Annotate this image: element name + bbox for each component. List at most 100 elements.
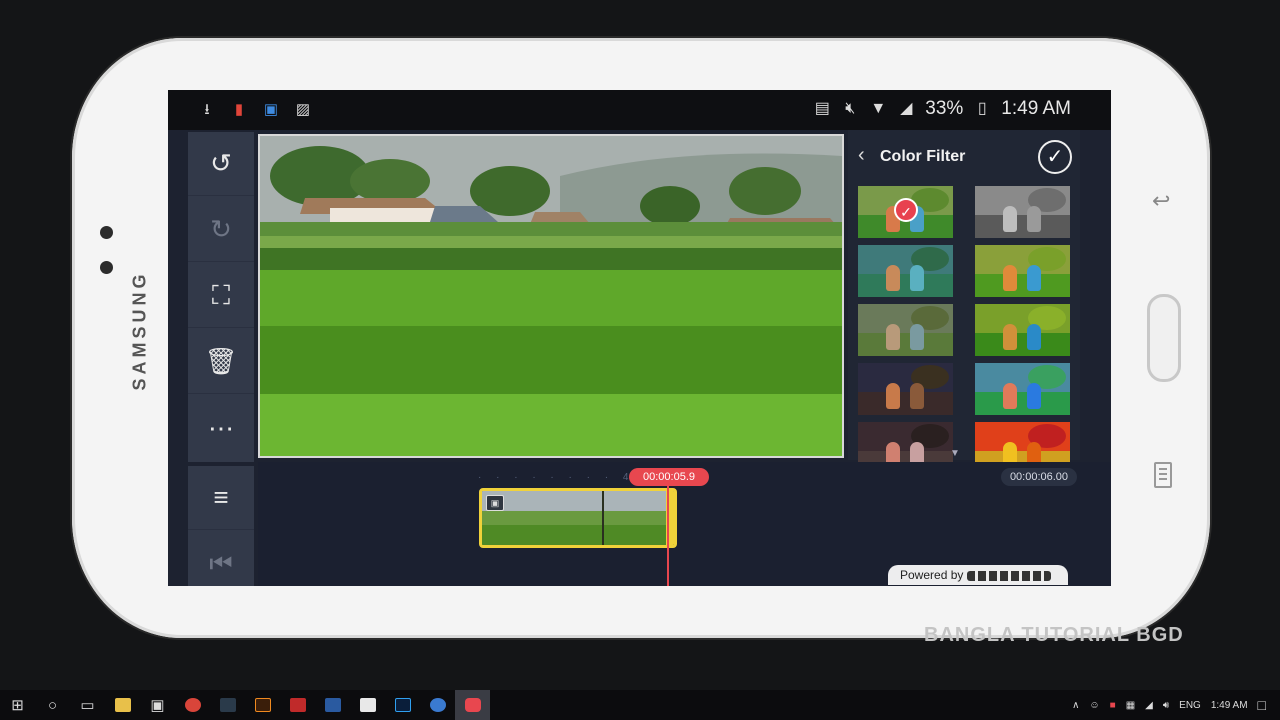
tray-language[interactable]: ENG bbox=[1179, 700, 1201, 711]
kinemaster-taskbar-icon[interactable] bbox=[455, 690, 490, 720]
filter-thumb-figure bbox=[910, 265, 924, 291]
video-clip[interactable]: ▣ bbox=[479, 488, 677, 548]
hardware-home-button[interactable] bbox=[1147, 294, 1181, 382]
powered-by-watermark: Powered by bbox=[888, 565, 1068, 585]
notification-icon[interactable]: □ bbox=[1258, 697, 1266, 713]
filter-thumb-figure bbox=[910, 324, 924, 350]
filter-thumb-ground bbox=[858, 273, 953, 297]
store-icon[interactable]: ▣ bbox=[140, 690, 175, 720]
windows-taskbar: ⊞ ○ ▭ ▣ ∧ ☺ ■ ▦ ◢ 🔊︎ ENG 1:49 AM □ bbox=[0, 690, 1280, 720]
cast-icon: ▤ bbox=[814, 100, 830, 117]
scroll-down-icon[interactable]: ▼ bbox=[950, 448, 960, 459]
word-shape bbox=[324, 698, 341, 712]
chrome-icon[interactable] bbox=[175, 690, 210, 720]
app-red-shape bbox=[289, 698, 306, 712]
app-dark-shape bbox=[219, 698, 236, 712]
status-time: 1:49 AM bbox=[1001, 98, 1071, 119]
filter-thumb-figure bbox=[886, 383, 900, 409]
kinemaster-logo bbox=[967, 570, 1052, 581]
filter-thumb-figure bbox=[1003, 383, 1017, 409]
timeline[interactable]: · · · · · · · · 4 · · · · ▣ 00:00:05.9 0… bbox=[258, 462, 1111, 586]
illustrator-icon[interactable] bbox=[245, 690, 280, 720]
split-layer-button[interactable]: ≡ bbox=[188, 466, 254, 530]
filter-thumb-figure bbox=[1027, 206, 1041, 232]
filter-thumb[interactable] bbox=[858, 304, 953, 356]
task-view-icon[interactable]: ▭ bbox=[70, 690, 105, 720]
filter-thumb-figure bbox=[1003, 265, 1017, 291]
browser-blue-icon[interactable] bbox=[420, 690, 455, 720]
fit-screen-button[interactable]: ⛶ bbox=[188, 264, 254, 328]
filter-thumb[interactable] bbox=[858, 363, 953, 415]
tray-volume-icon[interactable]: 🔊︎ bbox=[1163, 700, 1169, 711]
chat-app-icon[interactable] bbox=[350, 690, 385, 720]
tray-red-app-icon[interactable]: ■ bbox=[1110, 700, 1116, 711]
battery-icon: ▯ bbox=[977, 100, 987, 117]
preview-image bbox=[260, 136, 842, 456]
skip-start-button[interactable]: ⏮︎ bbox=[188, 532, 254, 586]
tray-person-icon[interactable]: ☺ bbox=[1089, 700, 1099, 711]
delete-button[interactable]: 🗑︎ bbox=[188, 330, 254, 394]
filter-panel-header: ‹ Color Filter ✓ bbox=[848, 130, 1080, 182]
chrome-shape bbox=[184, 698, 201, 712]
undo-button[interactable]: ↺ bbox=[188, 132, 254, 196]
timeline-toolbar: ≡ ⏮︎ bbox=[188, 466, 254, 586]
filter-thumb-ground bbox=[975, 273, 1070, 297]
photoshop-shape bbox=[394, 698, 411, 712]
hardware-recent-apps-icon[interactable] bbox=[1154, 462, 1172, 488]
channel-watermark: BANGLA TUTORIAL BGD bbox=[924, 624, 1184, 646]
total-time-badge: 00:00:06.00 bbox=[1001, 468, 1077, 486]
redo-icon: ↻ bbox=[210, 214, 232, 244]
powered-by-text: Powered by bbox=[900, 568, 964, 582]
video-preview[interactable] bbox=[258, 134, 844, 458]
app-red-icon[interactable] bbox=[280, 690, 315, 720]
tray-wifi-icon[interactable]: ◢ bbox=[1145, 700, 1153, 711]
back-chevron-icon[interactable]: ‹ bbox=[858, 144, 865, 167]
hardware-back-icon[interactable]: ↩ bbox=[1152, 188, 1176, 216]
filter-thumb-ground bbox=[975, 214, 1070, 238]
filter-thumb[interactable] bbox=[975, 245, 1070, 297]
more-button[interactable]: ⋯ bbox=[188, 396, 254, 460]
wifi-icon: ▼ bbox=[870, 100, 887, 117]
filter-thumb-figure bbox=[886, 265, 900, 291]
filter-thumb[interactable]: ✓ bbox=[858, 186, 953, 238]
word-icon[interactable] bbox=[315, 690, 350, 720]
edit-toolbar: ↺ ↻ ⛶ 🗑︎ ⋯ bbox=[188, 132, 254, 462]
mute-icon: 🔇︎ bbox=[845, 100, 856, 117]
windows-start-icon[interactable]: ⊞ bbox=[0, 690, 35, 720]
filter-thumb-figure bbox=[1027, 383, 1041, 409]
sd-card-icon: ▮ bbox=[234, 101, 244, 118]
store-bag-icon: ▣ bbox=[263, 101, 279, 118]
filter-thumb-figure bbox=[886, 324, 900, 350]
tray-chevron-icon[interactable]: ∧ bbox=[1072, 700, 1079, 711]
more-icon: ⋯ bbox=[208, 412, 234, 443]
camera-icon bbox=[100, 226, 113, 239]
confirm-check-icon[interactable]: ✓ bbox=[1038, 140, 1072, 174]
gallery-icon: ▨ bbox=[295, 101, 311, 118]
tray-clock[interactable]: 1:49 AM bbox=[1211, 700, 1248, 711]
delete-icon: 🗑︎ bbox=[204, 346, 238, 376]
filter-thumb-ground bbox=[975, 332, 1070, 356]
redo-button[interactable]: ↻ bbox=[188, 198, 254, 262]
selected-check-icon: ✓ bbox=[894, 198, 918, 222]
clip-thumb-sky bbox=[482, 491, 674, 511]
filter-thumb-ground bbox=[975, 391, 1070, 415]
filter-thumb-ground bbox=[858, 332, 953, 356]
color-filter-panel: ‹ Color Filter ✓ ✓ ▼ bbox=[848, 130, 1080, 474]
tray-network-icon[interactable]: ▦ bbox=[1126, 700, 1135, 711]
fit-screen-icon: ⛶ bbox=[211, 279, 231, 310]
app-dark-icon[interactable] bbox=[210, 690, 245, 720]
filter-thumb-figure bbox=[1027, 324, 1041, 350]
filter-thumb[interactable] bbox=[858, 245, 953, 297]
photoshop-icon[interactable] bbox=[385, 690, 420, 720]
illustrator-shape bbox=[254, 698, 271, 712]
filter-thumb[interactable] bbox=[975, 186, 1070, 238]
filter-thumb[interactable] bbox=[975, 363, 1070, 415]
brand-logo: SAMSUNG bbox=[129, 270, 150, 391]
search-icon[interactable]: ○ bbox=[35, 690, 70, 720]
skip-start-icon: ⏮︎ bbox=[209, 548, 233, 578]
playhead[interactable] bbox=[667, 486, 669, 586]
filter-thumb-figure bbox=[1003, 206, 1017, 232]
folder-shape bbox=[114, 698, 131, 712]
file-explorer-icon[interactable] bbox=[105, 690, 140, 720]
filter-thumb[interactable] bbox=[975, 304, 1070, 356]
